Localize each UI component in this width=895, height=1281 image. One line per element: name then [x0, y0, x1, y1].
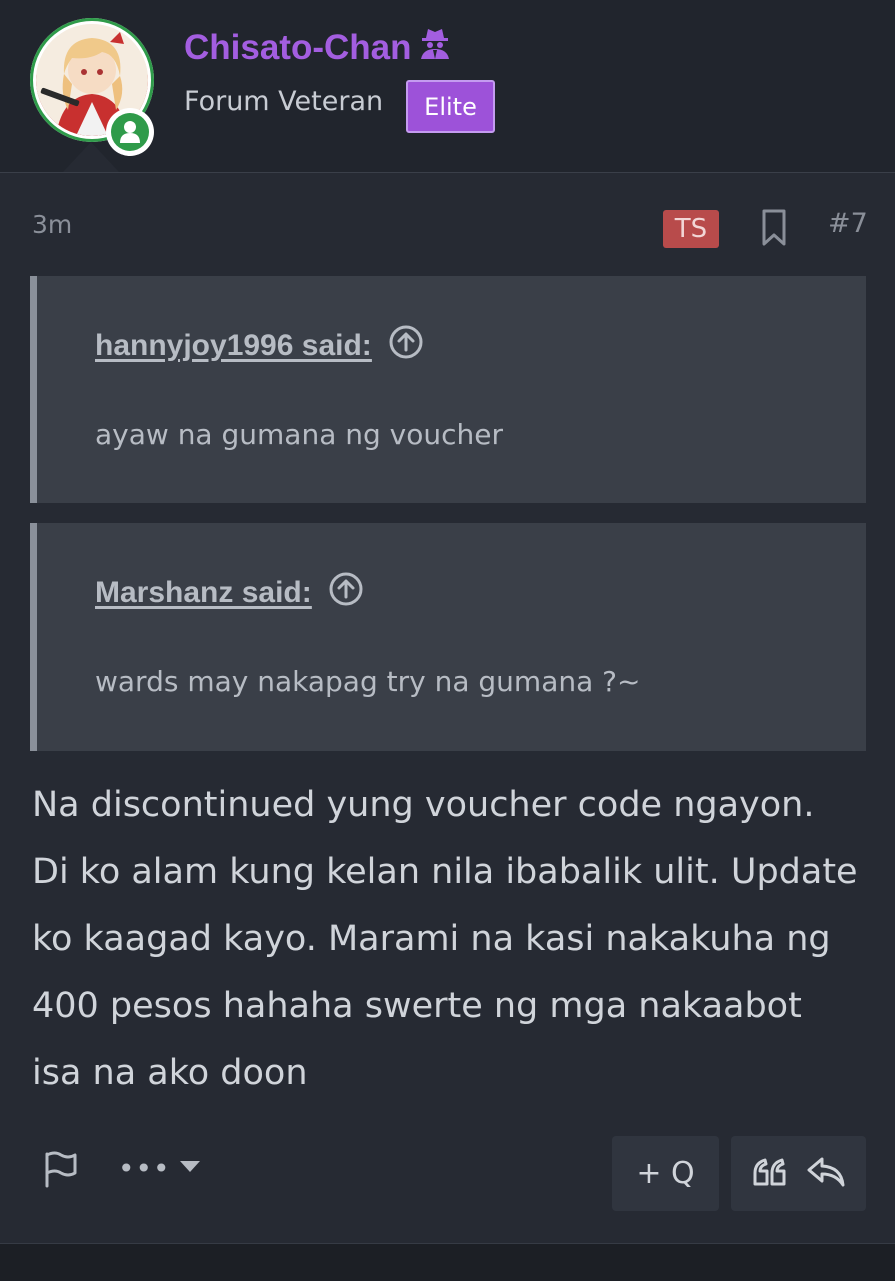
quote-icon — [752, 1157, 788, 1191]
bookmark-icon[interactable] — [760, 208, 788, 248]
bottom-bar — [0, 1243, 895, 1281]
post-body-line: isa na ako doon — [32, 1053, 308, 1093]
post-body-line: Na discontinued yung voucher code ngayon… — [32, 785, 815, 825]
jump-to-quote-icon[interactable] — [388, 324, 424, 368]
quote-author-link[interactable]: Marshanz said: — [95, 571, 364, 615]
post-body-line: Di ko alam kung kelan nila ibabalik ulit… — [32, 852, 858, 892]
more-options-menu[interactable]: ••• — [118, 1152, 201, 1185]
post-author-header: Chisato-Chan Forum Veteran Elite — [0, 0, 895, 173]
avatar-pointer — [63, 142, 119, 172]
multiquote-button[interactable]: + Q — [612, 1136, 719, 1211]
post-number[interactable]: #7 — [828, 208, 868, 239]
caret-down-icon — [179, 1159, 201, 1178]
quote-text: wards may nakapag try na gumana ?~ — [95, 665, 641, 698]
flag-icon[interactable] — [42, 1150, 80, 1192]
more-dots: ••• — [118, 1152, 171, 1185]
quote-reply-button[interactable] — [731, 1136, 866, 1211]
multiquote-label: + Q — [636, 1156, 695, 1191]
post-time[interactable]: 3m — [32, 210, 72, 239]
quote-block: Marshanz said: wards may nakapag try na … — [30, 523, 866, 751]
quote-author: hannyjoy1996 said: — [95, 329, 372, 362]
username-text: Chisato-Chan — [184, 27, 412, 67]
quote-author-link[interactable]: hannyjoy1996 said: — [95, 324, 424, 368]
jump-to-quote-icon[interactable] — [328, 571, 364, 615]
user-secret-icon — [418, 26, 452, 69]
quote-block: hannyjoy1996 said: ayaw na gumana ng vou… — [30, 276, 866, 503]
quote-text: ayaw na gumana ng voucher — [95, 418, 503, 451]
reply-icon — [806, 1156, 846, 1192]
user-banner: Elite — [406, 80, 495, 133]
user-title: Forum Veteran — [184, 86, 384, 117]
quote-author: Marshanz said: — [95, 576, 312, 609]
post-body-line: 400 pesos hahaha swerte ng mga nakaabot — [32, 986, 802, 1026]
ts-badge: TS — [663, 210, 719, 248]
username-link[interactable]: Chisato-Chan — [184, 26, 452, 69]
post-body-line: ko kaagad kayo. Marami na kasi nakakuha … — [32, 919, 831, 959]
post-body: Na discontinued yung voucher code ngayon… — [32, 772, 877, 1107]
